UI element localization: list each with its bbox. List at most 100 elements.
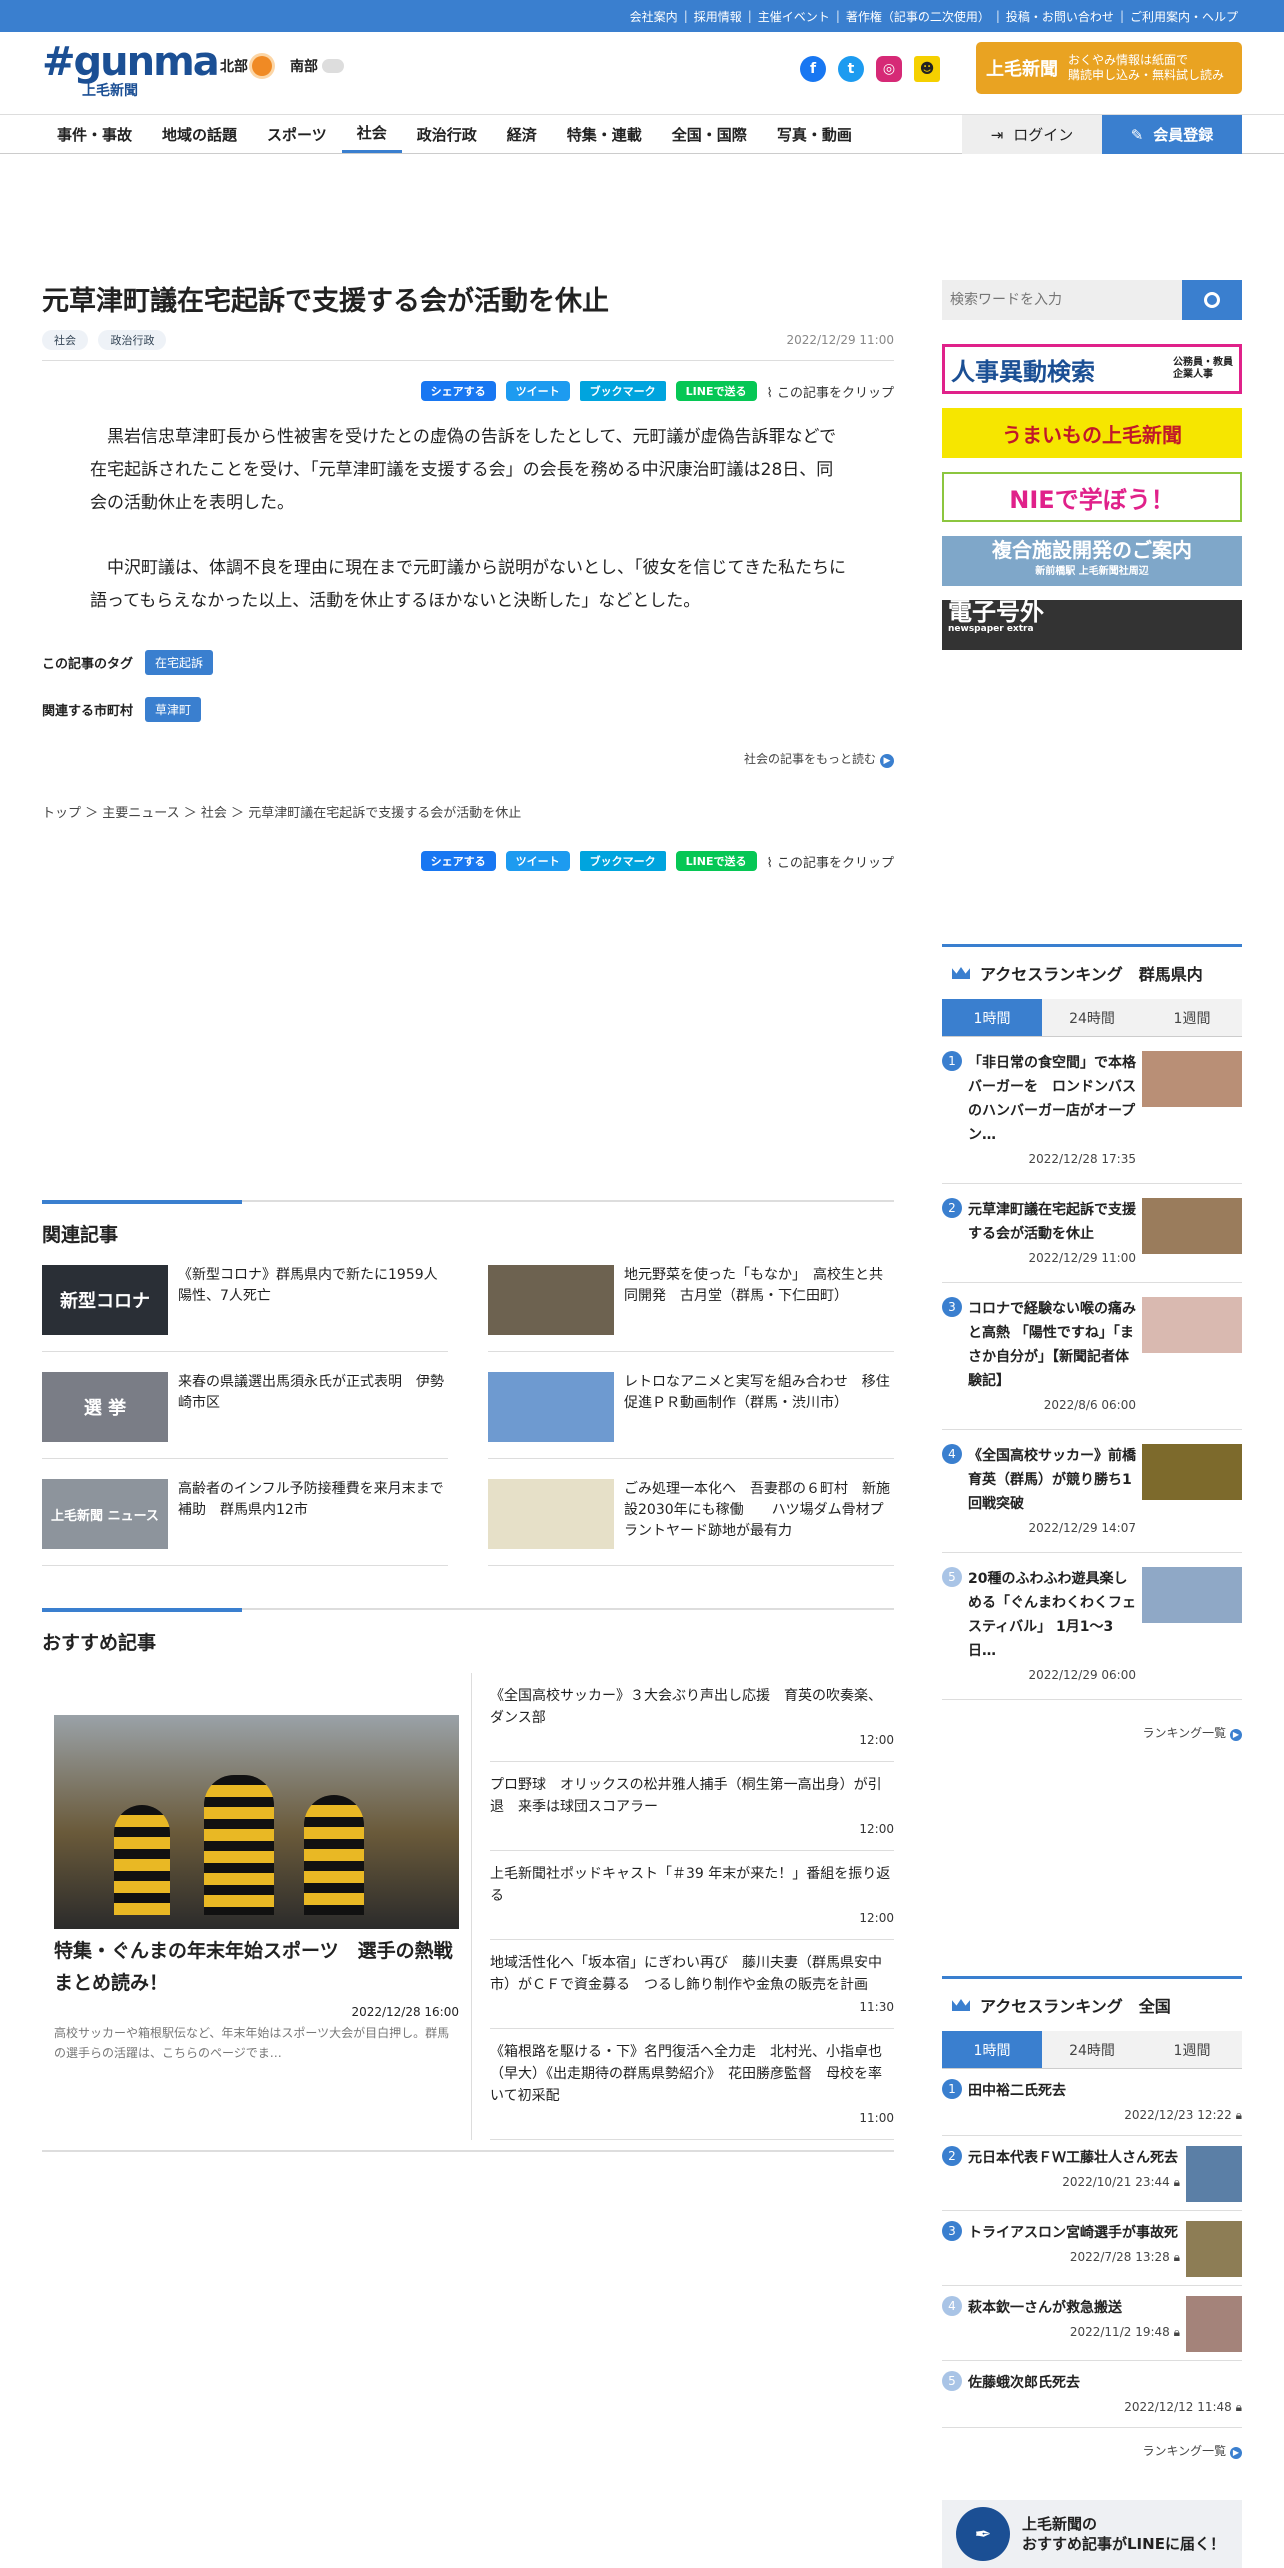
mascot-icon[interactable]: ☻ <box>914 56 940 82</box>
article-date: 2022/12/29 11:00 <box>786 333 894 347</box>
feature-image <box>54 1715 459 1929</box>
city-link[interactable]: 草津町 <box>145 697 202 722</box>
tab-1hour[interactable]: 1時間 <box>942 2031 1042 2068</box>
related-item[interactable]: 地元野菜を使った「もなか」 高校生と共同開発 古月堂（群馬・下仁田町） <box>488 1259 894 1352</box>
facebook-share-button[interactable]: シェアする <box>420 381 496 401</box>
banner-personnel[interactable]: 人事異動検索 公務員・教員 企業人事 <box>942 344 1242 394</box>
tag-link[interactable]: 在宅起訴 <box>145 650 214 675</box>
ranking-item[interactable]: 5 佐藤蛾次郎氏死去 2022/12/12 11:48 🔒︎ <box>942 2361 1242 2428</box>
twitter-share-button[interactable]: ツイート <box>505 851 570 871</box>
social-links: f t ◎ ☻ <box>800 56 940 82</box>
banner-umaimono[interactable]: うまいもの上毛新聞 <box>942 408 1242 458</box>
article-tag-society[interactable]: 社会 <box>42 330 88 350</box>
recommend-item[interactable]: 《全国高校サッカー》３大会ぶり声出し応援 育英の吹奏楽、ダンス部 12:00 <box>490 1673 894 1762</box>
nav-item-sports[interactable]: スポーツ <box>252 115 342 153</box>
ranking-list-link[interactable]: ランキング一覧 ▶ <box>942 2442 1242 2459</box>
recommend-item[interactable]: 地域活性化へ「坂本宿」にぎわい再び 藤川夫妻（群馬県安中市）がＣＦで資金募る つ… <box>490 1940 894 2029</box>
ranking-item[interactable]: 3 コロナで経験ない喉の痛みと高熱 「陽性ですね」「まさか自分が」【新聞記者体験記… <box>942 1283 1242 1430</box>
related-item[interactable]: 上毛新聞 ニュース 高齢者のインフル予防接種費を来月末まで補助 群馬県内12市 <box>42 1473 448 1566</box>
line-share-button[interactable]: LINEで送る <box>675 381 757 401</box>
breadcrumb-top[interactable]: トップ <box>42 806 81 821</box>
crown-icon <box>952 1999 970 2011</box>
feature-article[interactable]: 特集・ぐんまの年末年始スポーツ 選手の熱戦まとめ読み！ 2022/12/28 1… <box>42 1673 472 2140</box>
related-item[interactable]: 選 挙来春の県議選出馬須永氏が正式表明 伊勢崎市区 <box>42 1366 448 1459</box>
rank-text: 佐藤蛾次郎氏死去 <box>968 2375 1080 2391</box>
tab-24hour[interactable]: 24時間 <box>1042 999 1142 1036</box>
related-item[interactable]: 新型コロナ 《新型コロナ》群馬県内で新たに1959人陽性、7人死亡 <box>42 1259 448 1352</box>
clip-button[interactable]: ⌇ この記事をクリップ <box>767 852 895 871</box>
nav-item-politics[interactable]: 政治行政 <box>402 115 492 153</box>
util-link-contact[interactable]: 投稿・お問い合わせ <box>1006 8 1114 25</box>
hatena-bookmark-button[interactable]: ブックマーク <box>579 381 666 401</box>
twitter-icon[interactable]: t <box>838 56 864 82</box>
weather-widget[interactable]: 北部 南部 <box>220 53 344 76</box>
ranking-item[interactable]: 4 《全国高校サッカー》前橋育英（群馬）が競り勝ち1回戦突破 2022/12/29 … <box>942 1430 1242 1553</box>
ranking-item[interactable]: 3 トライアスロン宮崎選手が事故死 2022/7/28 13:28 🔒︎ <box>942 2211 1242 2286</box>
facebook-icon[interactable]: f <box>800 56 826 82</box>
site-logo[interactable]: #gunma 上毛新聞 <box>42 40 220 99</box>
nav-item-photo[interactable]: 写真・動画 <box>762 115 867 153</box>
twitter-share-button[interactable]: ツイート <box>505 381 570 401</box>
rank-text: 萩本欽一さんが救急搬送 <box>968 2300 1122 2316</box>
partly-cloudy-icon <box>322 53 344 73</box>
line-share-button[interactable]: LINEで送る <box>675 851 757 871</box>
ranking-item[interactable]: 4 萩本欽一さんが救急搬送 2022/11/2 19:48 🔒︎ <box>942 2286 1242 2361</box>
crown-icon <box>952 967 970 979</box>
instagram-icon[interactable]: ◎ <box>876 56 902 82</box>
nav-item-society[interactable]: 社会 <box>341 115 402 153</box>
util-link-recruit[interactable]: 採用情報 <box>694 8 742 25</box>
breadcrumb-society[interactable]: 社会 <box>201 806 227 821</box>
article-tag-politics[interactable]: 政治行政 <box>98 330 167 350</box>
search-button[interactable] <box>1182 280 1242 320</box>
recommend-time: 12:00 <box>859 1733 894 1747</box>
recommend-item[interactable]: プロ野球 オリックスの松井雅人捕手（桐生第一高出身）が引退 来季は球団スコアラー… <box>490 1762 894 1851</box>
banner-personnel-sub: 公務員・教員 企業人事 <box>1173 357 1233 380</box>
facebook-share-button[interactable]: シェアする <box>420 851 496 871</box>
util-link-copyright[interactable]: 著作権（記事の二次使用） <box>846 8 990 25</box>
rank-thumb <box>1186 2146 1242 2202</box>
line-promo-banner[interactable]: ✒ 上毛新聞の おすすめ記事がLINEに届く！ <box>942 2500 1242 2568</box>
related-text: 来春の県議選出馬須永氏が正式表明 伊勢崎市区 <box>178 1374 444 1411</box>
util-link-events[interactable]: 主催イベント <box>758 8 830 25</box>
nav-item-features[interactable]: 特集・連載 <box>552 115 657 153</box>
related-item[interactable]: レトロなアニメと実写を組み合わせ 移住促進ＰＲ動画制作（群馬・渋川市） <box>488 1366 894 1459</box>
ranking-item[interactable]: 1 「非日常の食空間」で本格バーガーを ロンドンバスのハンバーガー店がオープン… 2… <box>942 1037 1242 1184</box>
tab-1week[interactable]: 1週間 <box>1142 999 1242 1036</box>
tab-24hour[interactable]: 24時間 <box>1042 2031 1142 2068</box>
breadcrumb-main[interactable]: 主要ニュース <box>102 806 179 821</box>
promo-name: 上毛新聞 <box>986 59 1058 80</box>
banner-complex[interactable]: 複合施設開発のご案内 新前橋駅 上毛新聞社周辺 <box>942 536 1242 586</box>
recommend-item[interactable]: 上毛新聞社ポッドキャスト「＃39 年末が来た！」番組を振り返る 12:00 <box>490 1851 894 1940</box>
search-input[interactable] <box>942 280 1182 320</box>
ranking-item[interactable]: 2 元草津町議在宅起訴で支援する会が活動を休止 2022/12/29 11:00 <box>942 1184 1242 1283</box>
register-button[interactable]: ✎ 会員登録 <box>1102 115 1242 154</box>
rank-number: 5 <box>942 2371 962 2391</box>
rank-number: 5 <box>942 1567 962 1587</box>
ranking-item[interactable]: 5 20種のふわふわ遊具楽しめる「ぐんまわくわくフェスティバル」 1月1～3日… 2… <box>942 1553 1242 1700</box>
banner-extra[interactable]: 電子号外 newspaper extra <box>942 600 1242 650</box>
tab-1hour[interactable]: 1時間 <box>942 999 1042 1036</box>
ranking-item[interactable]: 1 田中裕二氏死去 2022/12/23 12:22 🔒︎ <box>942 2069 1242 2136</box>
banner-extra-sub: newspaper extra <box>948 624 1034 634</box>
ranking-item[interactable]: 2 元日本代表ＦＷ工藤壮人さん死去 2022/10/21 23:44 🔒︎ <box>942 2136 1242 2211</box>
nav-item-local[interactable]: 地域の話題 <box>147 115 252 153</box>
recommend-item[interactable]: 《箱根路を駆ける・下》名門復活へ全力走 北村光、小指卓也（早大）《出走期待の群馬… <box>490 2029 894 2140</box>
login-button[interactable]: ⇥ ログイン <box>962 115 1102 154</box>
main-nav: 事件・事故 地域の話題 スポーツ 社会 政治行政 経済 特集・連載 全国・国際 … <box>0 114 1284 154</box>
clip-label: この記事をクリップ <box>776 385 894 401</box>
related-item[interactable]: ごみ処理一本化へ 吾妻郡の６町村 新施設2030年にも稼働 ハツ場ダム骨材プラン… <box>488 1473 894 1566</box>
util-link-company[interactable]: 会社案内 <box>630 8 678 25</box>
more-society-link[interactable]: 社会の記事をもっと読む ▶ <box>42 750 894 768</box>
nav-item-national[interactable]: 全国・国際 <box>657 115 762 153</box>
nav-item-incidents[interactable]: 事件・事故 <box>42 115 147 153</box>
tab-1week[interactable]: 1週間 <box>1142 2031 1242 2068</box>
ranking-local-title: アクセスランキング 群馬県内 <box>980 965 1203 984</box>
subscribe-banner[interactable]: 上毛新聞 おくやみ情報は紙面で 購読申し込み・無料試し読み <box>976 42 1242 94</box>
ranking-list-link[interactable]: ランキング一覧 ▶ <box>942 1724 1242 1741</box>
hatena-bookmark-button[interactable]: ブックマーク <box>579 851 666 871</box>
recommend-text: 《全国高校サッカー》３大会ぶり声出し応援 育英の吹奏楽、ダンス部 <box>490 1688 882 1726</box>
banner-nie[interactable]: NIEで学ぼう！ <box>942 472 1242 522</box>
util-link-help[interactable]: ご利用案内・ヘルプ <box>1130 8 1238 25</box>
nav-item-economy[interactable]: 経済 <box>492 115 552 153</box>
clip-button[interactable]: ⌇ この記事をクリップ <box>767 382 895 401</box>
